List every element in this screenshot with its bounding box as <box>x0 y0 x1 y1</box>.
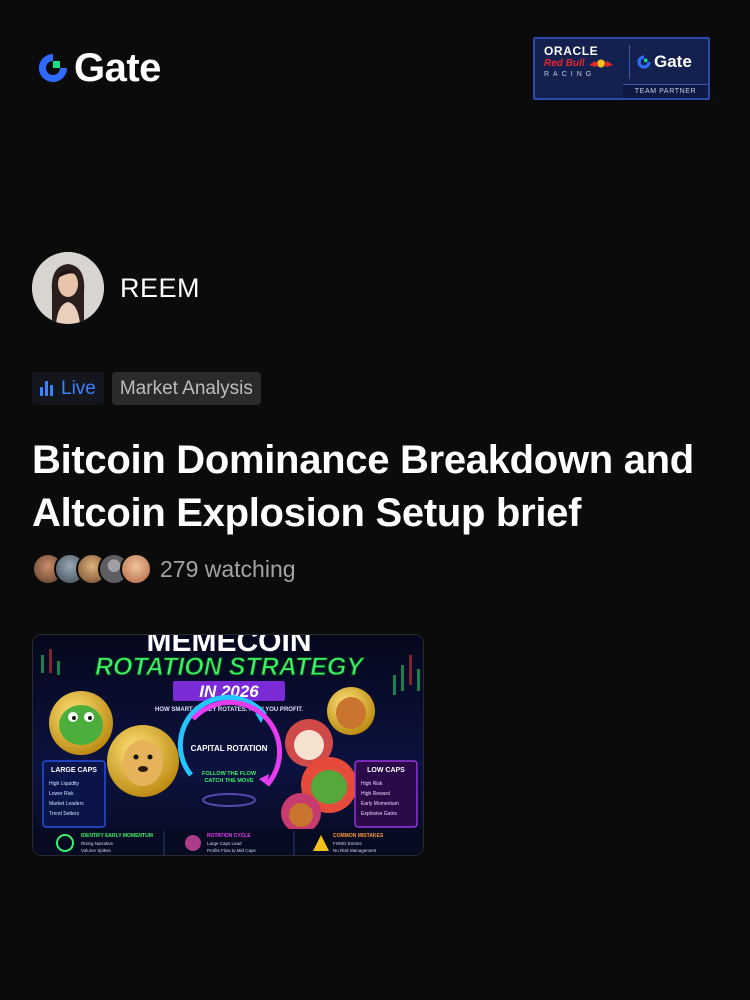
thumbnail-artwork: MEMECOIN ROTATION STRATEGY IN 2026 HOW S… <box>33 635 423 855</box>
thumb-right-item: Explosive Gains <box>361 811 397 817</box>
live-bars-icon <box>40 381 53 396</box>
thumb-right-item: Early Momentum <box>361 801 399 807</box>
thumb-bottom1-item: Rising Narrative <box>81 841 114 846</box>
watching-count: 279 watching <box>160 555 296 582</box>
thumb-tagline: HOW SMART MONEY ROTATES. HOW YOU PROFIT. <box>155 707 303 713</box>
partner-badge[interactable]: ORACLE Red Bull RACING Gate TEAM PARTNER <box>533 37 710 100</box>
live-label: Live <box>61 377 96 399</box>
thumb-bottom1-item: Volume Spikes <box>81 848 112 853</box>
gate-logo-icon <box>39 54 67 82</box>
partner-gate-text: Gate <box>654 51 692 71</box>
thumb-left-item: Market Leaders <box>49 801 84 807</box>
partner-redbull-text: Red Bull <box>544 57 585 69</box>
partner-oracle-text: ORACLE <box>544 43 599 58</box>
thumb-bottom3-item: FOMO Entries <box>333 841 363 846</box>
thumb-left-item: Lower Risk <box>49 791 74 797</box>
thumb-right-item: High Risk <box>361 781 383 787</box>
thumb-bottom2-item: Profits Flow to Mid Caps <box>207 848 257 853</box>
partner-racing-text: RACING <box>544 70 596 78</box>
thumb-bottom3-title: COMMON MISTAKES <box>333 833 384 839</box>
gate-logo[interactable]: Gate <box>36 46 161 90</box>
thumb-left-item: High Liquidity <box>49 781 80 787</box>
live-tag[interactable]: Live <box>32 372 104 405</box>
post-thumbnail[interactable]: MEMECOIN ROTATION STRATEGY IN 2026 HOW S… <box>32 634 424 856</box>
post-title: Bitcoin Dominance Breakdown and Altcoin … <box>32 438 694 535</box>
thumb-center-title: CAPITAL ROTATION <box>191 744 268 753</box>
thumb-right-item: High Reward <box>361 791 390 797</box>
thumb-center-sub1: FOLLOW THE FLOW <box>202 771 257 777</box>
partner-team-label: TEAM PARTNER <box>623 84 708 98</box>
thumb-right-title: LOW CAPS <box>367 767 405 774</box>
redbull-bulls-icon <box>588 59 613 67</box>
avatar[interactable] <box>32 252 104 324</box>
logo-text: Gate <box>74 46 161 90</box>
page: Gate ORACLE Red Bull RACING Gate TEAM PA… <box>0 0 750 1000</box>
category-label: Market Analysis <box>119 377 253 399</box>
partner-gate-icon <box>637 54 651 69</box>
thumb-bottom2-title: ROTATION CYCLE <box>207 833 251 839</box>
author-name[interactable]: REEM <box>120 273 200 304</box>
thumb-left-item: Trend Setters <box>49 811 80 817</box>
category-tag[interactable]: Market Analysis <box>111 372 261 405</box>
author-row[interactable]: REEM <box>32 252 200 324</box>
partner-divider <box>629 44 630 79</box>
thumb-left-title: LARGE CAPS <box>51 767 97 774</box>
tag-row: Live Market Analysis <box>32 372 261 405</box>
thumb-headline: ROTATION STRATEGY <box>95 653 365 681</box>
viewer-avatar-stack <box>32 553 152 585</box>
watching-row: 279 watching <box>32 553 296 585</box>
thumb-bottom3-item: No Risk Management <box>333 848 377 853</box>
thumb-center-sub2: CATCH THE MOVE <box>204 778 253 784</box>
thumb-bottom2-item: Large Caps Lead <box>207 841 242 846</box>
thumb-center-title-line: CAPITAL ROTATION <box>191 744 268 753</box>
avatar-photo <box>32 252 104 324</box>
thumb-bottom1-title: IDENTIFY EARLY MOMENTUM <box>81 833 153 839</box>
viewer-avatar <box>120 553 152 585</box>
